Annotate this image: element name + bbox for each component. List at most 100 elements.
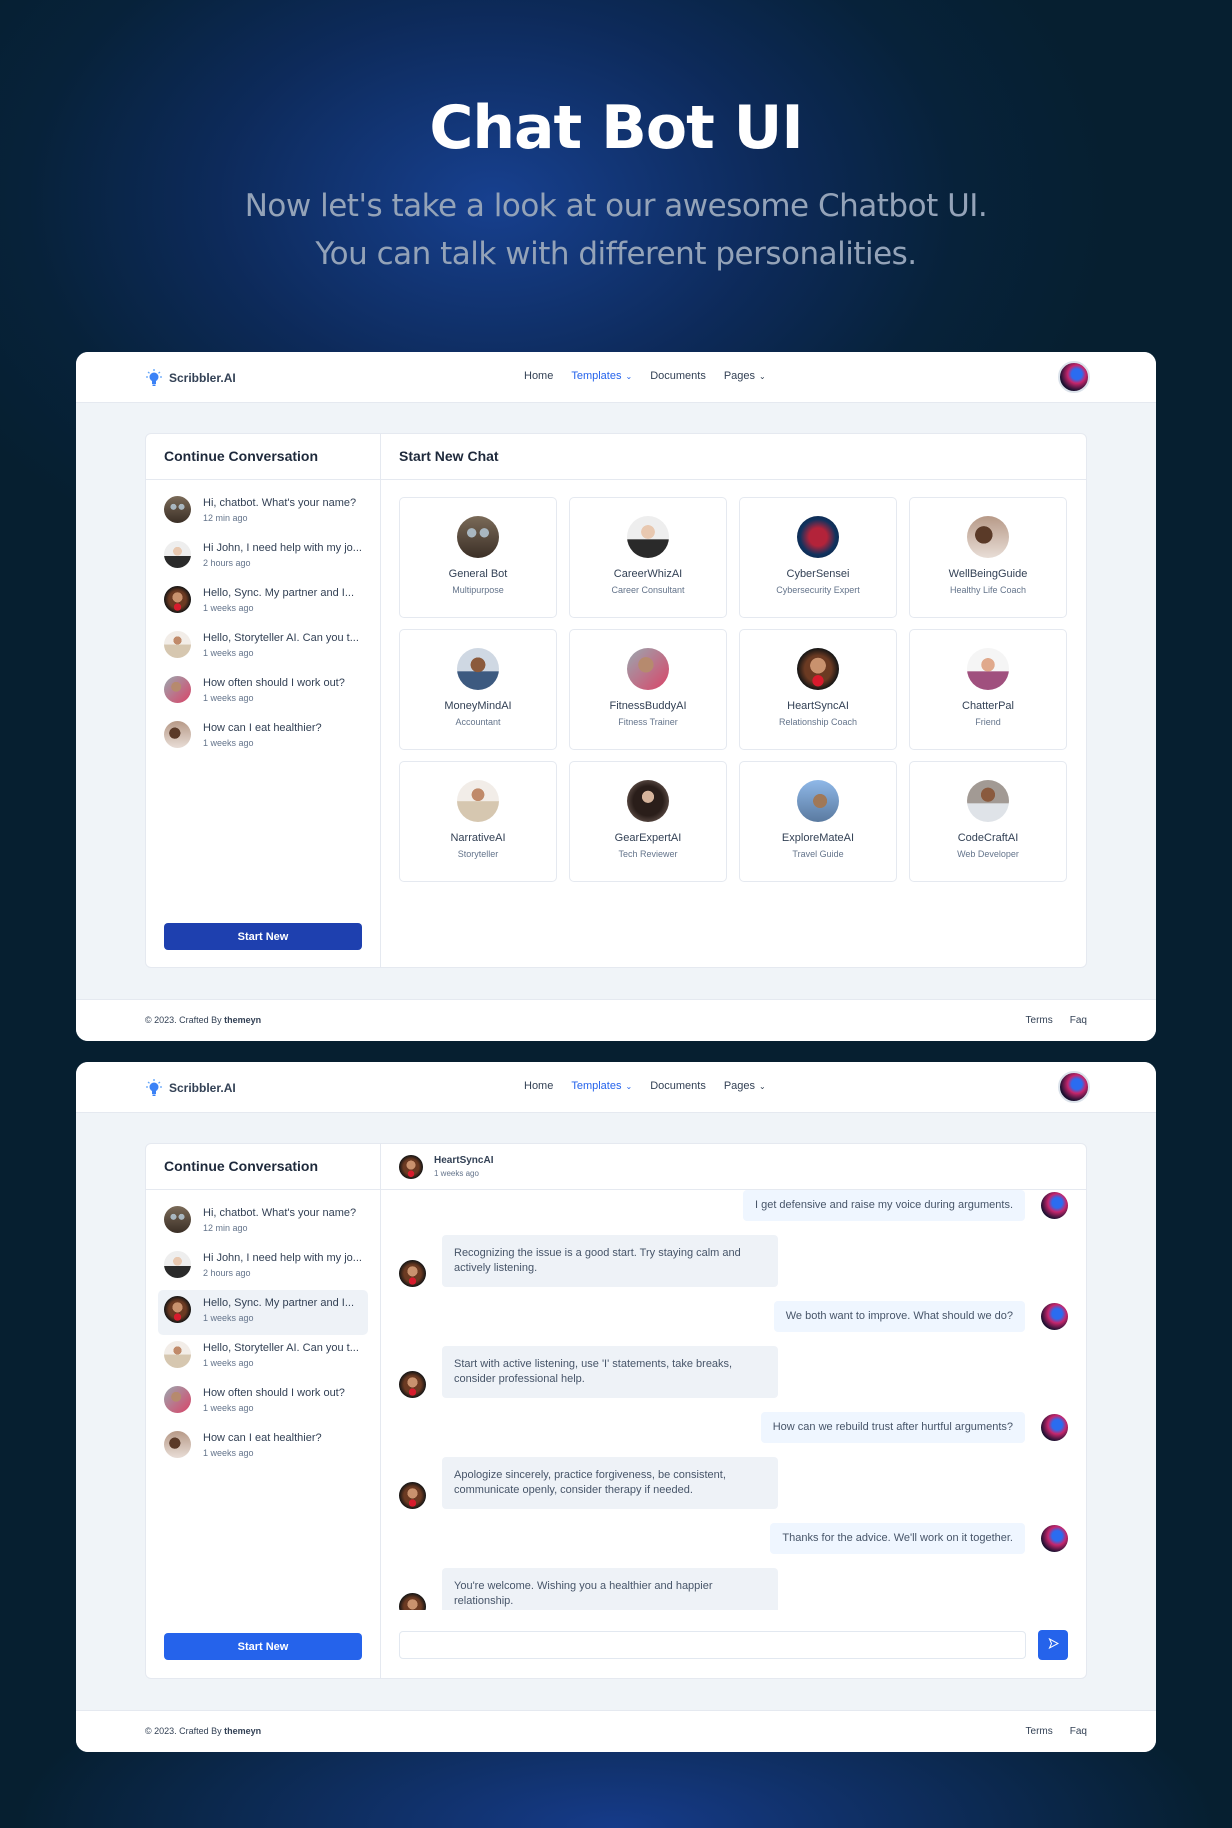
- conversation-list: Hi, chatbot. What's your name? 12 min ago…: [146, 1190, 380, 1480]
- nav-pages[interactable]: Pages ⌄: [724, 370, 766, 382]
- nav-templates[interactable]: Templates ⌄: [571, 370, 632, 382]
- copyright-text: © 2023. Crafted By: [145, 1726, 225, 1736]
- bot-avatar: [797, 780, 839, 822]
- bot-card[interactable]: ChatterPal Friend: [909, 629, 1067, 750]
- nav-home[interactable]: Home: [524, 1080, 553, 1092]
- message-bubble: Start with active listening, use 'I' sta…: [442, 1346, 778, 1398]
- terms-link[interactable]: Terms: [1026, 1726, 1053, 1737]
- conversation-item[interactable]: Hi, chatbot. What's your name? 12 min ago: [158, 1200, 368, 1245]
- conversation-item[interactable]: Hello, Storyteller AI. Can you t... 1 wee…: [158, 1335, 368, 1380]
- conversation-message: How can I eat healthier?: [203, 722, 322, 734]
- bot-role: Cybersecurity Expert: [776, 585, 860, 595]
- bot-card[interactable]: NarrativeAI Storyteller: [399, 761, 557, 882]
- logo[interactable]: Scribbler.AI: [145, 1078, 236, 1097]
- hero: Chat Bot UI Now let's take a look at our…: [0, 88, 1232, 278]
- bot-card[interactable]: CareerWhizAI Career Consultant: [569, 497, 727, 618]
- bot-card[interactable]: CodeCraftAI Web Developer: [909, 761, 1067, 882]
- main-menu: Home Templates ⌄ Documents Pages ⌄: [524, 370, 766, 382]
- bot-role: Accountant: [455, 717, 501, 727]
- message-list[interactable]: I get defensive and raise my voice durin…: [381, 1190, 1086, 1610]
- start-new-button[interactable]: Start New: [164, 1633, 362, 1660]
- bot-card[interactable]: HeartSyncAI Relationship Coach: [739, 629, 897, 750]
- user-avatar[interactable]: [1058, 361, 1090, 393]
- bot-role: Storyteller: [457, 849, 499, 859]
- conversation-item[interactable]: Hi John, I need help with my jo... 2 hour…: [158, 1245, 368, 1290]
- bot-card[interactable]: FitnessBuddyAI Fitness Trainer: [569, 629, 727, 750]
- conversation-item[interactable]: Hi John, I need help with my jo... 2 hour…: [158, 535, 368, 580]
- terms-link[interactable]: Terms: [1026, 1015, 1053, 1026]
- bot-avatar: [457, 516, 499, 558]
- conversation-item[interactable]: Hello, Storyteller AI. Can you t... 1 wee…: [158, 625, 368, 670]
- bot-card[interactable]: GearExpertAI Tech Reviewer: [569, 761, 727, 882]
- logo-text: Scribbler.AI: [169, 1080, 236, 1095]
- bot-avatar: [967, 516, 1009, 558]
- bot-card[interactable]: General Bot Multipurpose: [399, 497, 557, 618]
- start-new-button[interactable]: Start New: [164, 923, 362, 950]
- bot-card[interactable]: WellBeingGuide Healthy Life Coach: [909, 497, 1067, 618]
- conversation-time: 1 weeks ago: [203, 603, 254, 613]
- copyright: © 2023. Crafted By themeyn: [145, 1726, 261, 1736]
- conversation-item[interactable]: Hi, chatbot. What's your name? 12 min ago: [158, 490, 368, 535]
- send-icon: [1047, 1637, 1059, 1650]
- bot-name: FitnessBuddyAI: [609, 700, 687, 712]
- bot-avatar: [967, 780, 1009, 822]
- conversation-item[interactable]: How can I eat healthier? 1 weeks ago: [158, 715, 368, 760]
- bot-role: Career Consultant: [611, 585, 685, 595]
- nav-templates[interactable]: Templates ⌄: [571, 1080, 632, 1092]
- bot-card[interactable]: CyberSensei Cybersecurity Expert: [739, 497, 897, 618]
- bot-name: MoneyMindAI: [444, 700, 512, 712]
- user-avatar: [1041, 1414, 1068, 1441]
- logo[interactable]: Scribbler.AI: [145, 368, 236, 387]
- bot-role: Tech Reviewer: [618, 849, 678, 859]
- faq-link[interactable]: Faq: [1070, 1015, 1087, 1026]
- conversation-item[interactable]: How often should I work out? 1 weeks ago: [158, 1380, 368, 1425]
- message-bubble: I get defensive and raise my voice durin…: [742, 1190, 1025, 1221]
- lightbulb-icon: [146, 1079, 162, 1096]
- conversation-message: Hi John, I need help with my jo...: [203, 542, 362, 554]
- conversation-item[interactable]: How often should I work out? 1 weeks ago: [158, 670, 368, 715]
- fitness-avatar: [164, 1386, 191, 1413]
- conversation-time: 12 min ago: [203, 513, 248, 523]
- conversation-message: Hi, chatbot. What's your name?: [203, 1207, 357, 1219]
- author-link[interactable]: themeyn: [224, 1726, 261, 1736]
- conversation-time: 1 weeks ago: [203, 1448, 254, 1458]
- conversation-item-selected[interactable]: Hello, Sync. My partner and I... 1 weeks …: [158, 1290, 368, 1335]
- conversation-item[interactable]: Hello, Sync. My partner and I... 1 weeks …: [158, 580, 368, 625]
- main-menu: Home Templates ⌄ Documents Pages ⌄: [524, 1080, 766, 1092]
- nav-templates-label: Templates: [571, 370, 622, 382]
- bot-card[interactable]: ExploreMateAI Travel Guide: [739, 761, 897, 882]
- footer-links: Terms Faq: [1026, 1726, 1087, 1737]
- conversation-time: 1 weeks ago: [203, 693, 254, 703]
- message-bubble: Thanks for the advice. We'll work on it …: [770, 1523, 1025, 1554]
- chat-panel: HeartSyncAI 1 weeks ago I get defensive …: [381, 1144, 1086, 1678]
- bot-name: General Bot: [448, 568, 508, 580]
- nav-documents[interactable]: Documents: [650, 1080, 706, 1092]
- nav-home[interactable]: Home: [524, 370, 553, 382]
- chevron-down-icon: ⌄: [625, 1082, 633, 1091]
- author-link[interactable]: themeyn: [224, 1015, 261, 1025]
- user-avatar[interactable]: [1058, 1071, 1090, 1103]
- footer: © 2023. Crafted By themeyn Terms Faq: [76, 1710, 1156, 1752]
- heart-avatar: [164, 1296, 191, 1323]
- nav-documents[interactable]: Documents: [650, 370, 706, 382]
- career-avatar: [164, 1251, 191, 1278]
- chat-bot-time: 1 weeks ago: [434, 1169, 479, 1178]
- send-button[interactable]: [1038, 1630, 1068, 1660]
- bot-avatar: [967, 648, 1009, 690]
- narrative-avatar: [164, 1341, 191, 1368]
- user-avatar: [1041, 1525, 1068, 1552]
- bot-card[interactable]: MoneyMindAI Accountant: [399, 629, 557, 750]
- logo-text: Scribbler.AI: [169, 370, 236, 385]
- conversation-sidebar: Continue Conversation Hi, chatbot. What'…: [146, 1144, 381, 1678]
- faq-link[interactable]: Faq: [1070, 1726, 1087, 1737]
- conversation-list: Hi, chatbot. What's your name? 12 min ago…: [146, 480, 380, 770]
- bot-avatar: [399, 1593, 426, 1610]
- user-message: We both want to improve. What should we …: [399, 1301, 1068, 1332]
- career-avatar: [164, 541, 191, 568]
- conversation-item[interactable]: How can I eat healthier? 1 weeks ago: [158, 1425, 368, 1470]
- message-bubble: We both want to improve. What should we …: [773, 1301, 1025, 1332]
- bot-role: Fitness Trainer: [618, 717, 678, 727]
- nav-pages[interactable]: Pages ⌄: [724, 1080, 766, 1092]
- message-input[interactable]: [399, 1631, 1026, 1659]
- bot-role: Web Developer: [957, 849, 1019, 859]
